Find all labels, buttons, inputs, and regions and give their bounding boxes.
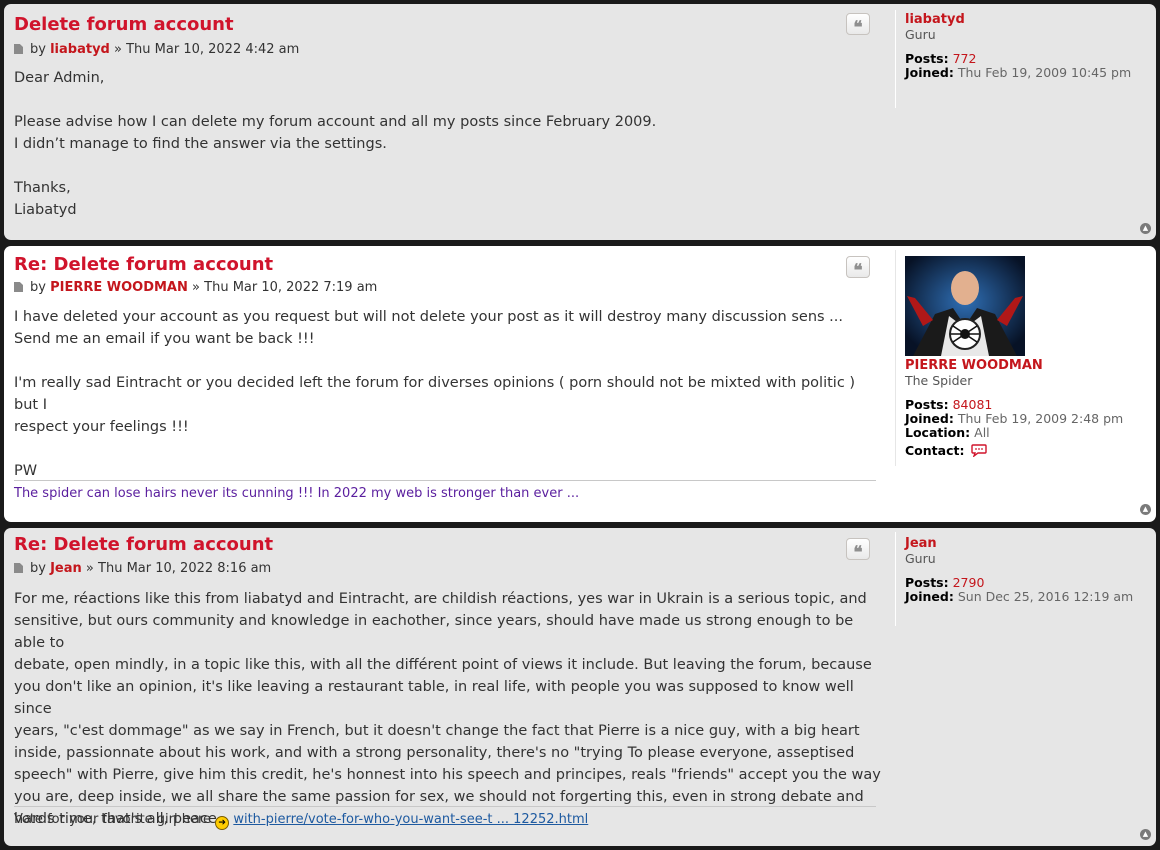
speech-bubble-icon[interactable]	[971, 444, 988, 458]
profile-joined: Joined: Sun Dec 25, 2016 12:19 am	[905, 590, 1135, 604]
post-profile: liabatyd Guru Posts: 772 Joined: Thu Feb…	[895, 10, 1135, 108]
joined-label: Joined:	[905, 589, 954, 604]
post-profile: PIERRE WOODMAN The Spider Posts: 84081 J…	[895, 250, 1135, 466]
post-title-link[interactable]: Delete forum account	[14, 14, 234, 35]
post-profile: Jean Guru Posts: 2790 Joined: Sun Dec 25…	[895, 532, 1135, 626]
post-icon[interactable]	[14, 44, 23, 54]
content-line: inside, passionnate about his work, and …	[14, 745, 855, 761]
quote-icon: ❝	[853, 261, 863, 281]
profile-posts: Posts: 84081	[905, 398, 1135, 412]
post-date: Thu Mar 10, 2022 7:19 am	[204, 280, 378, 295]
author-link[interactable]: PIERRE WOODMAN	[50, 280, 188, 295]
joined-label: Joined:	[905, 65, 954, 80]
quote-button[interactable]: ❝	[846, 256, 870, 281]
profile-joined: Joined: Thu Feb 19, 2009 10:45 pm	[905, 66, 1135, 80]
back-to-top-icon[interactable]: ▲	[1140, 829, 1151, 840]
back-to-top-icon[interactable]: ▲	[1140, 223, 1151, 234]
profile-username-link[interactable]: liabatyd	[905, 12, 1135, 27]
posts-label: Posts:	[905, 51, 949, 66]
post-signature: Vote for your favorite girl here ➔ with-…	[14, 806, 876, 830]
post-2: Re: Delete forum account by PIERRE WOODM…	[4, 246, 1156, 522]
post-1: Delete forum account by liabatyd » Thu M…	[4, 4, 1156, 240]
content-line: Send me an email if you want be back !!!	[14, 331, 315, 347]
separator: »	[114, 42, 122, 57]
content-line: years, "c'est dommage" as we say in Fren…	[14, 723, 860, 739]
content-line: Liabatyd	[14, 202, 77, 218]
location-label: Location:	[905, 425, 971, 440]
content-line: Thanks,	[14, 180, 71, 196]
joined-date: Thu Feb 19, 2009 10:45 pm	[957, 65, 1132, 80]
by-label: by	[30, 280, 46, 295]
by-label: by	[30, 42, 46, 57]
profile-rank: The Spider	[905, 373, 973, 388]
content-line: For me, réactions like this from liabaty…	[14, 591, 867, 607]
posts-count-link[interactable]: 2790	[953, 575, 985, 590]
arrow-right-icon: ➔	[215, 816, 230, 830]
content-line	[14, 438, 876, 460]
content-line: I have deleted your account as you reque…	[14, 309, 844, 325]
content-line: you don't like an opinion, it's like lea…	[14, 679, 854, 717]
content-line: respect your feelings !!!	[14, 419, 189, 435]
content-line: I'm really sad Eintracht or you decided …	[14, 375, 856, 413]
separator: »	[192, 280, 200, 295]
posts-label: Posts:	[905, 575, 949, 590]
post-signature: The spider can lose hairs never its cunn…	[14, 480, 876, 501]
post-author-line: by Jean » Thu Mar 10, 2022 8:16 am	[14, 561, 271, 576]
content-line: I didn’t manage to find the answer via t…	[14, 136, 387, 152]
profile-rank: Guru	[905, 27, 936, 42]
profile-joined: Joined: Thu Feb 19, 2009 2:48 pm	[905, 412, 1135, 426]
by-label: by	[30, 561, 46, 576]
post-content: For me, réactions like this from liabaty…	[14, 588, 884, 830]
profile-posts: Posts: 772	[905, 52, 1135, 66]
post-author-line: by PIERRE WOODMAN » Thu Mar 10, 2022 7:1…	[14, 280, 377, 295]
back-to-top-icon[interactable]: ▲	[1140, 504, 1151, 515]
profile-username-link[interactable]: PIERRE WOODMAN	[905, 358, 1135, 373]
post-title-link[interactable]: Re: Delete forum account	[14, 534, 273, 555]
post-date: Thu Mar 10, 2022 8:16 am	[98, 561, 272, 576]
content-line: Please advise how I can delete my forum …	[14, 114, 657, 130]
post-3: Re: Delete forum account by Jean » Thu M…	[4, 528, 1156, 846]
joined-date: Sun Dec 25, 2016 12:19 am	[957, 589, 1134, 604]
profile-username-link[interactable]: Jean	[905, 536, 1135, 551]
joined-date: Thu Feb 19, 2009 2:48 pm	[957, 411, 1124, 426]
quote-icon: ❝	[853, 18, 863, 38]
quote-icon: ❝	[853, 543, 863, 563]
profile-contact: Contact:	[905, 444, 1135, 458]
posts-count-link[interactable]: 84081	[953, 397, 993, 412]
signature-text: The spider can lose hairs never its cunn…	[14, 486, 580, 501]
location-value: All	[974, 425, 990, 440]
author-link[interactable]: Jean	[50, 561, 82, 576]
profile-rank: Guru	[905, 551, 936, 566]
author-link[interactable]: liabatyd	[50, 42, 110, 57]
post-date: Thu Mar 10, 2022 4:42 am	[126, 42, 300, 57]
contact-label: Contact:	[905, 443, 965, 458]
signature-link[interactable]: with-pierre/vote-for-who-you-want-see-t …	[233, 812, 588, 827]
signature-text: Vote for your favorite girl here	[14, 812, 212, 827]
joined-label: Joined:	[905, 411, 954, 426]
profile-location: Location: All	[905, 426, 1135, 440]
profile-posts: Posts: 2790	[905, 576, 1135, 590]
content-line	[14, 350, 876, 372]
content-line: sensitive, but ours community and knowle…	[14, 613, 854, 651]
content-line: debate, open mindly, in a topic like thi…	[14, 657, 872, 673]
post-content: I have deleted your account as you reque…	[14, 306, 876, 482]
post-icon[interactable]	[14, 563, 23, 573]
post-title-link[interactable]: Re: Delete forum account	[14, 254, 273, 275]
post-content: Dear Admin, Please advise how I can dele…	[14, 67, 656, 221]
quote-button[interactable]: ❝	[846, 13, 870, 38]
content-line: you are, deep inside, we all share the s…	[14, 789, 864, 805]
posts-count-link[interactable]: 772	[953, 51, 977, 66]
content-line: speech" with Pierre, give him this credi…	[14, 767, 881, 783]
separator: »	[85, 561, 94, 576]
avatar[interactable]	[905, 256, 1025, 356]
post-icon[interactable]	[14, 282, 23, 292]
content-line	[14, 155, 656, 177]
content-line	[14, 89, 656, 111]
quote-button[interactable]: ❝	[846, 538, 870, 563]
content-line: Dear Admin,	[14, 70, 105, 86]
content-line: PW	[14, 463, 38, 479]
posts-label: Posts:	[905, 397, 949, 412]
post-author-line: by liabatyd » Thu Mar 10, 2022 4:42 am	[14, 42, 299, 57]
